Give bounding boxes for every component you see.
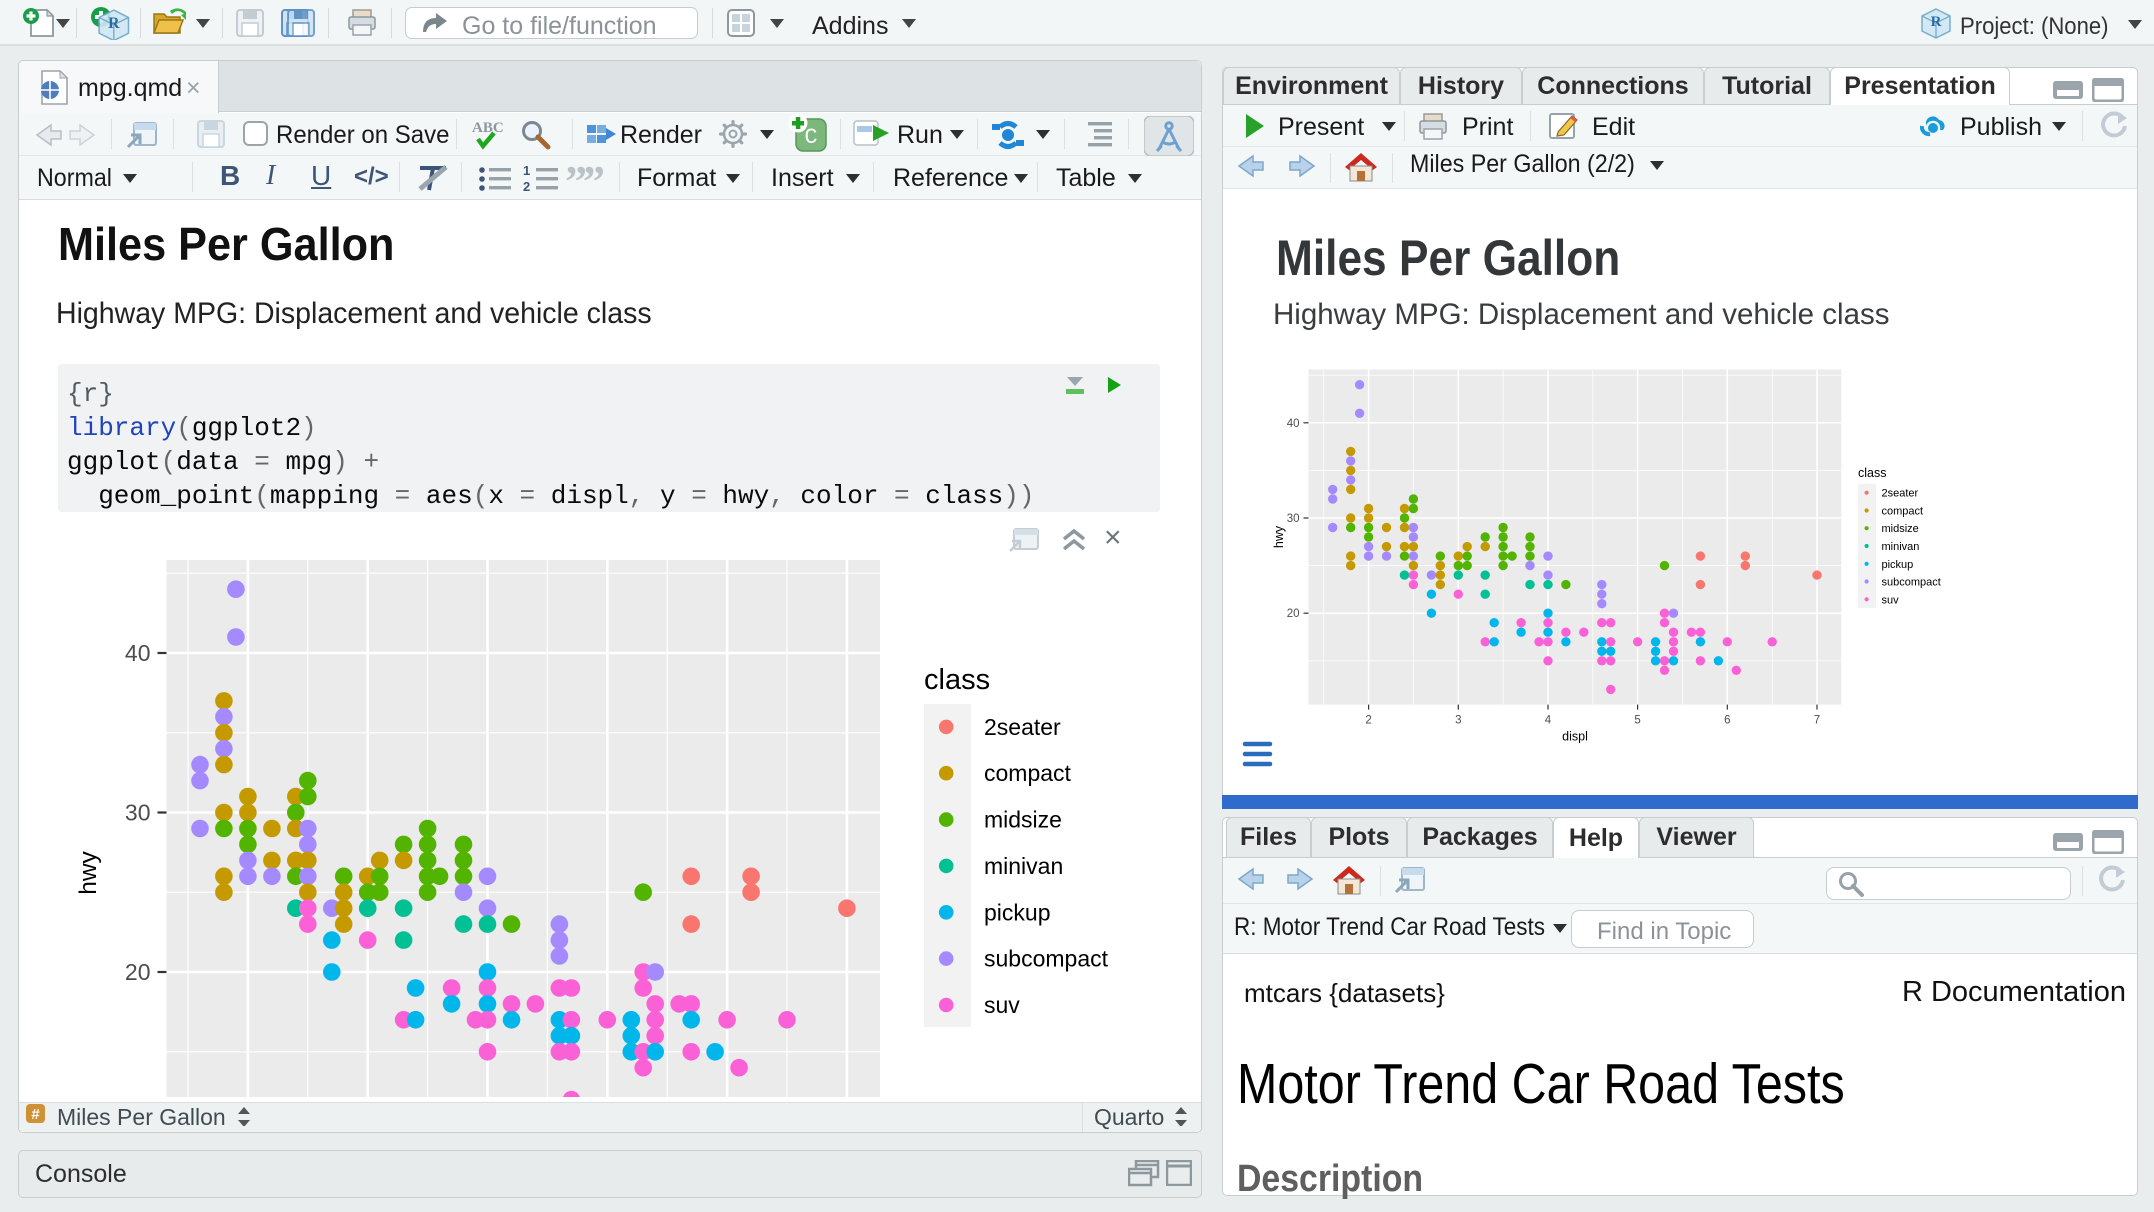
svg-text:1: 1	[523, 165, 530, 178]
svg-text:2seater: 2seater	[984, 714, 1061, 740]
svg-text:2: 2	[1365, 715, 1371, 727]
svg-text:5: 5	[1634, 715, 1640, 727]
svg-text:40: 40	[125, 640, 151, 666]
svg-text:pickup: pickup	[984, 899, 1050, 925]
svg-text:midsize: midsize	[1882, 523, 1919, 535]
svg-text:7: 7	[1814, 715, 1820, 727]
svg-text:suv: suv	[984, 992, 1020, 1018]
svg-text:40: 40	[1287, 418, 1300, 430]
svg-text:minivan: minivan	[1882, 541, 1920, 553]
svg-text:30: 30	[1287, 513, 1300, 525]
svg-text:hwy: hwy	[1272, 525, 1286, 548]
svg-text:displ: displ	[1562, 730, 1588, 744]
svg-text:subcompact: subcompact	[984, 946, 1109, 972]
svg-text:minivan: minivan	[984, 853, 1063, 879]
svg-text:C: C	[804, 125, 817, 150]
svg-text:R: R	[108, 15, 120, 32]
svg-text:3: 3	[1455, 715, 1461, 727]
svg-text:compact: compact	[1882, 506, 1924, 518]
svg-text:20: 20	[125, 959, 151, 985]
svg-text:suv: suv	[1882, 594, 1900, 606]
svg-text:2: 2	[523, 179, 530, 192]
svg-text:2seater: 2seater	[1882, 488, 1919, 500]
svg-text:4: 4	[1545, 715, 1552, 727]
svg-text:6: 6	[1724, 715, 1730, 727]
svg-text:midsize: midsize	[984, 807, 1062, 833]
svg-text:ABC: ABC	[472, 120, 504, 136]
svg-text:#: #	[31, 1106, 40, 1123]
svg-text:class: class	[924, 664, 990, 696]
svg-text:20: 20	[1287, 608, 1300, 620]
svg-text:hwy: hwy	[75, 850, 102, 894]
svg-text:class: class	[1858, 466, 1886, 480]
svg-text:compact: compact	[984, 760, 1072, 786]
svg-text:pickup: pickup	[1882, 559, 1914, 571]
svg-text:R: R	[1931, 14, 1942, 30]
svg-text:subcompact: subcompact	[1882, 577, 1941, 589]
svg-text:30: 30	[125, 800, 151, 826]
